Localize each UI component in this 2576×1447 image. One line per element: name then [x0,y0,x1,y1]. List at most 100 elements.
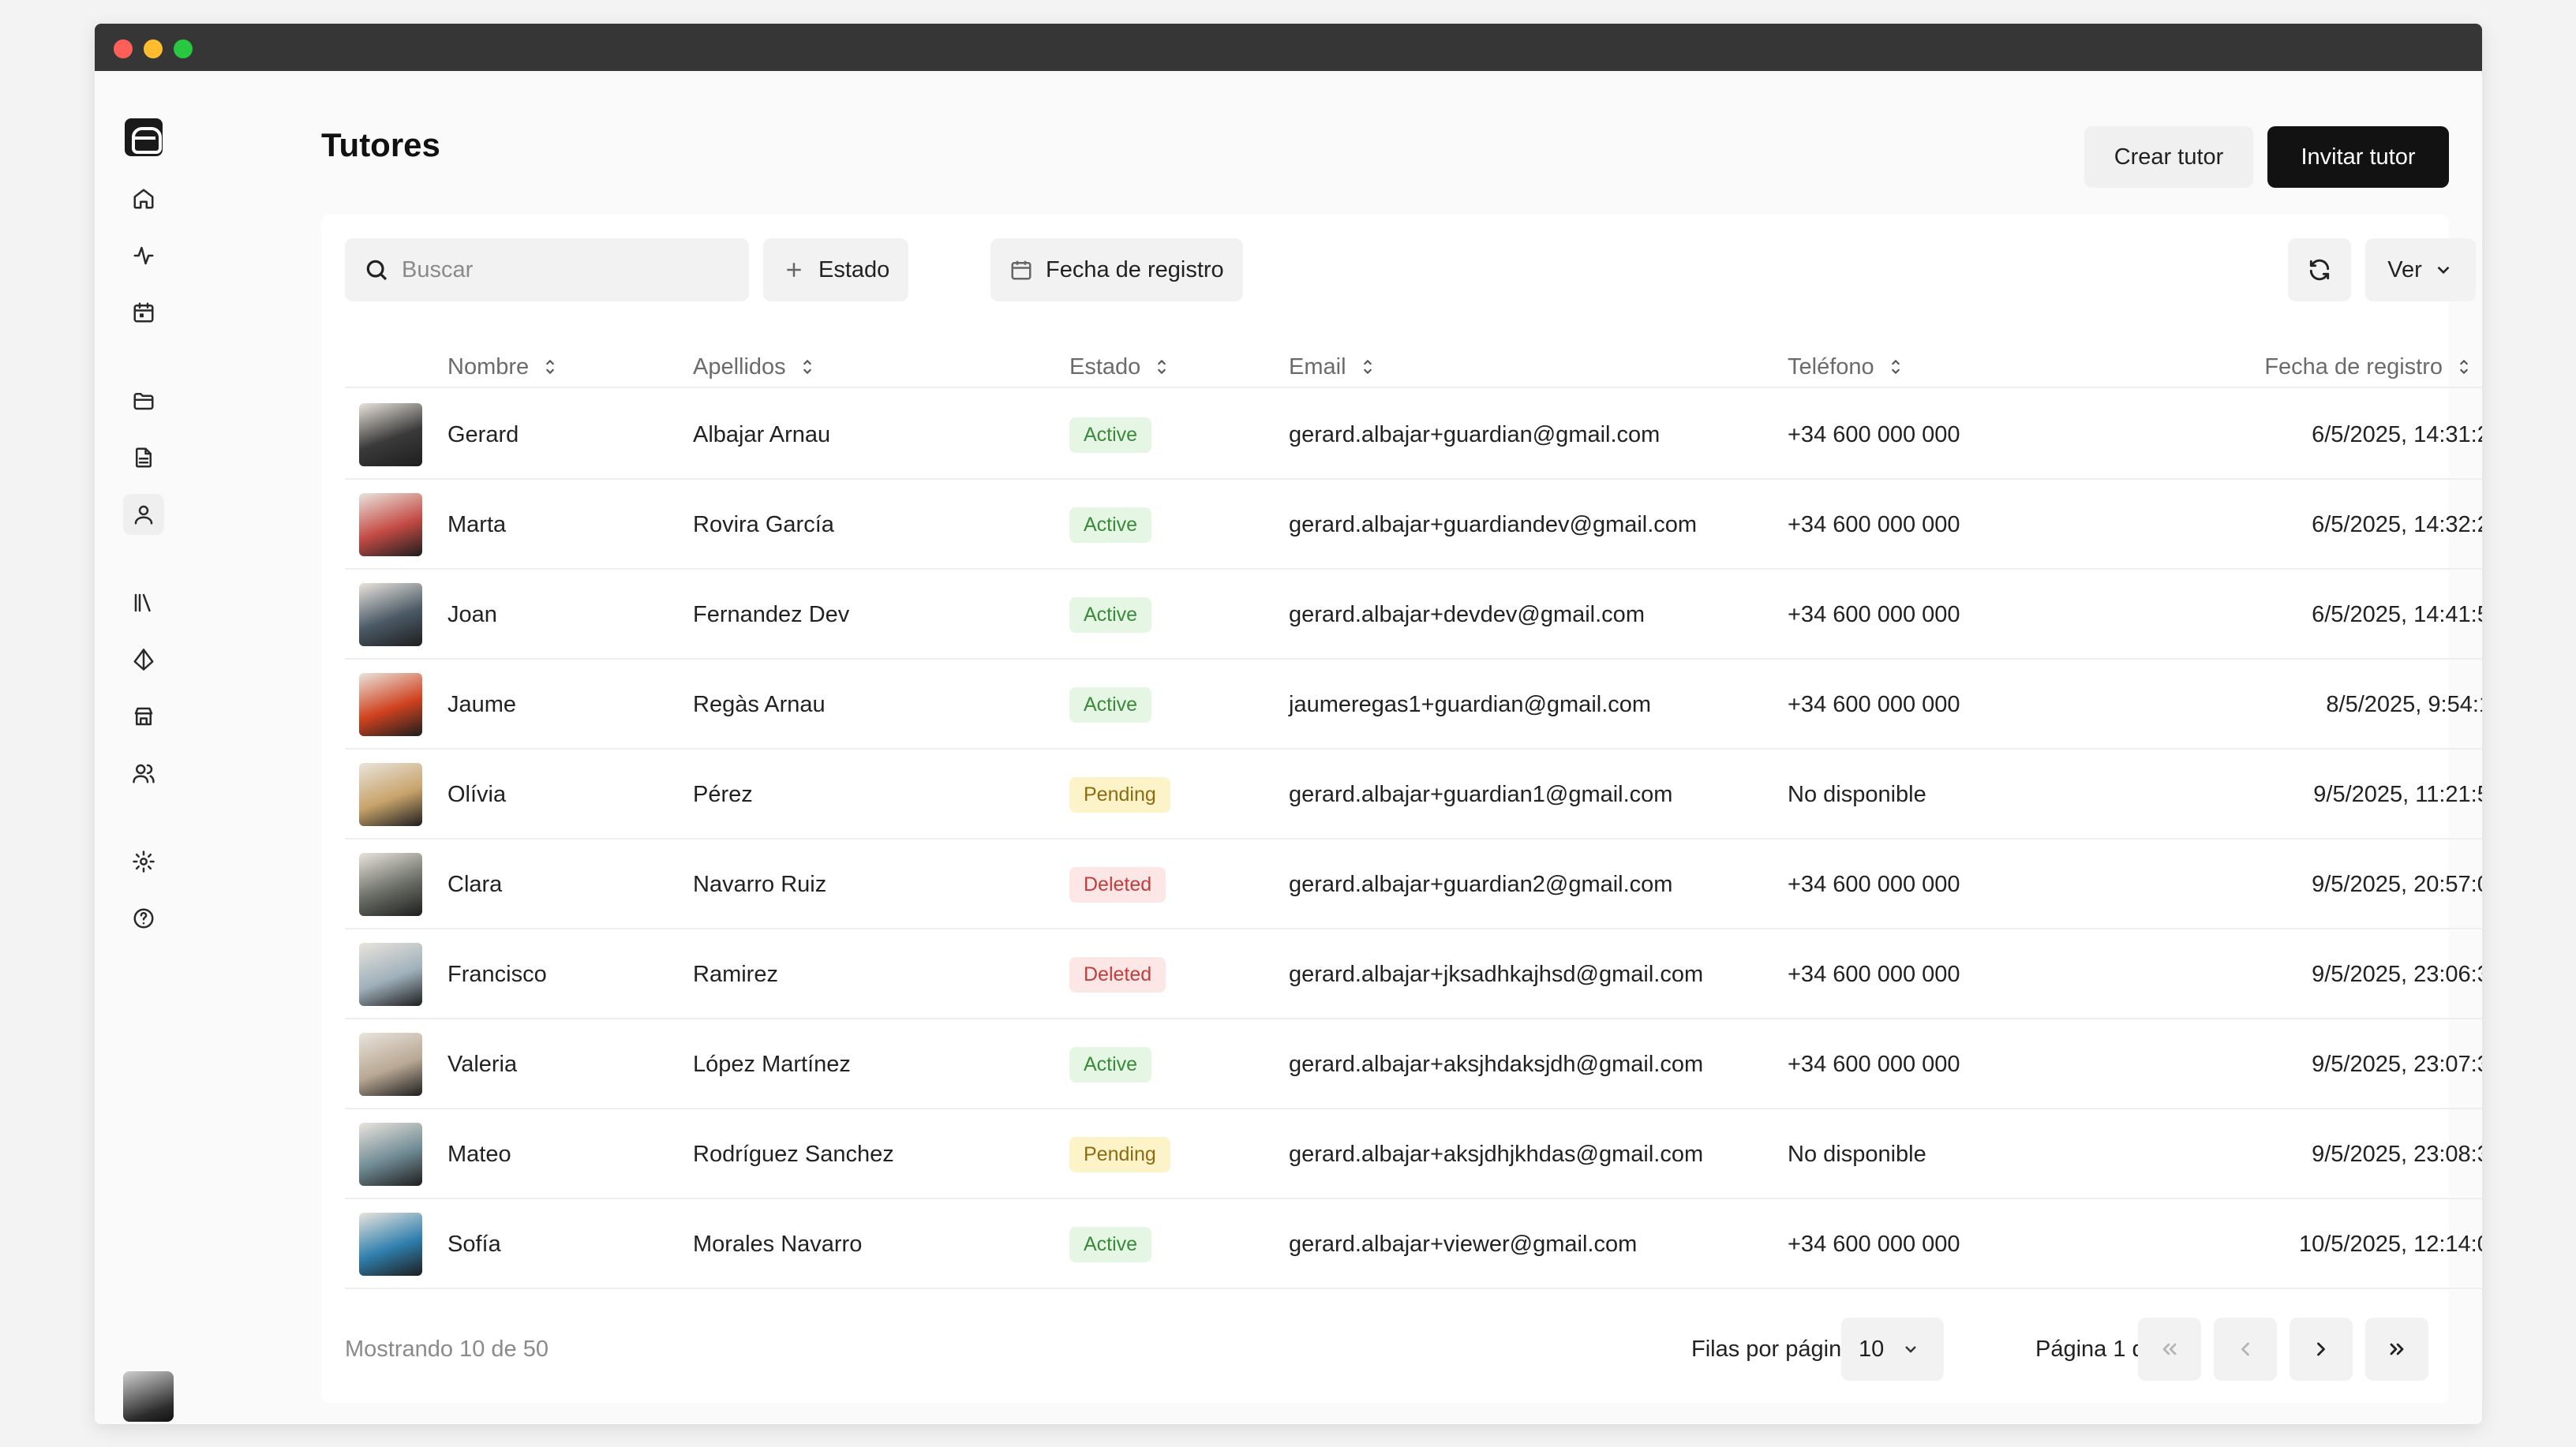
sidebar-item-help[interactable] [123,898,164,939]
avatar [359,853,422,916]
table-row[interactable]: Gerard Albajar Arnau Active gerard.albajar+… [345,390,2482,480]
column-header-nombre[interactable]: Nombre [447,346,560,388]
sort-icon [546,359,555,375]
table-row[interactable]: Sofía Morales Navarro Active gerard.albajar… [345,1199,2482,1289]
home-icon [133,189,154,209]
file-text-icon [136,447,152,468]
cell-email: jaumeregas1+guardian@gmail.com [1289,691,1652,717]
cell-fecha: 9/5/2025, 20:57:01 [2312,871,2482,897]
cell-nombre: Valeria [447,1051,518,1077]
minimize-window-button[interactable] [144,39,163,58]
sort-icon [1891,359,1900,375]
table-row[interactable]: Marta Rovira García Active gerard.albajar+g… [345,480,2482,570]
sidebar-item-tutores[interactable] [123,494,164,535]
sidebar-item-calendar[interactable] [123,292,164,333]
chevron-down-icon [2437,266,2450,275]
table-row[interactable]: Clara Navarro Ruiz Deleted gerard.albajar+g… [345,839,2482,929]
cell-email: gerard.albajar+jksadhkajhsd@gmail.com [1289,961,1704,987]
cell-nombre: Francisco [447,961,547,987]
status-filter-button[interactable]: Estado [763,238,909,301]
sort-icon [2459,359,2469,375]
sidebar-item-store[interactable] [123,696,164,737]
folder-icon [133,393,154,410]
status-badge: Active [1069,1046,1152,1082]
column-header-estado[interactable]: Estado [1069,346,1172,388]
cell-apellidos: Rodríguez Sanchez [693,1141,894,1167]
sidebar-item-activity[interactable] [123,235,164,276]
cell-fecha: 6/5/2025, 14:41:52 [2312,601,2482,627]
next-page-button[interactable] [2290,1318,2353,1381]
date-filter-label: Fecha de registro [1046,256,1224,282]
date-filter-button[interactable]: Fecha de registro [990,238,1243,301]
cell-nombre: Marta [447,511,507,537]
calendar-icon [133,302,154,323]
sidebar-item-library[interactable] [123,582,164,623]
cell-fecha: 9/5/2025, 23:06:38 [2312,961,2482,987]
rows-per-page-select[interactable]: 10 [1841,1318,1944,1381]
app-logo[interactable] [125,118,163,156]
shapes-icon [133,649,154,671]
rows-per-page-value: 10 [1859,1336,1885,1362]
create-tutor-button[interactable]: Crear tutor [2084,126,2253,188]
refresh-button[interactable] [2288,238,2351,301]
column-header-email[interactable]: Email [1289,346,1378,388]
table-row[interactable]: Jaume Regàs Arnau Active jaumeregas1+guardi… [345,660,2482,750]
plus-icon [787,263,801,277]
column-header-apellidos[interactable]: Apellidos [693,346,818,388]
cell-telefono: No disponible [1788,1141,1926,1167]
store-icon [134,707,153,726]
last-page-button[interactable] [2365,1318,2428,1381]
cell-apellidos: Ramirez [693,961,778,987]
sidebar-item-shapes[interactable] [123,639,164,680]
cell-telefono: +34 600 000 000 [1788,961,1960,987]
results-count: Mostrando 10 de 50 [345,1337,549,1362]
cell-estado: Pending [1069,750,1170,839]
chevron-down-icon [1905,1346,1917,1353]
invite-tutor-button[interactable]: Invitar tutor [2267,126,2449,188]
avatar [359,673,422,736]
first-page-button[interactable] [2138,1318,2201,1381]
status-badge: Active [1069,1226,1152,1262]
cell-fecha: 9/5/2025, 23:07:37 [2312,1051,2482,1077]
cell-apellidos: Regàs Arnau [693,691,826,717]
sidebar-item-folder[interactable] [123,380,164,421]
table-row[interactable]: Mateo Rodríguez Sanchez Pending gerard.alba… [345,1109,2482,1199]
sort-icon [803,359,811,375]
cell-estado: Active [1069,1019,1152,1109]
sidebar-item-documents[interactable] [123,437,164,478]
cell-telefono: +34 600 000 000 [1788,1051,1960,1077]
tutors-card: Buscar Estado Fecha de registro Ver Nomb… [321,215,2482,1403]
cell-fecha: 6/5/2025, 14:31:20 [2312,421,2482,447]
view-options-button[interactable]: Ver [2365,238,2476,301]
table-row[interactable]: Valeria López Martínez Active gerard.albaja… [345,1019,2482,1109]
current-user-avatar[interactable] [123,1371,174,1422]
sidebar-item-settings[interactable] [123,841,164,882]
table-row[interactable]: Joan Fernandez Dev Active gerard.albajar+de… [345,570,2482,660]
previous-page-button[interactable] [2214,1318,2277,1381]
column-header-fecha[interactable]: Fecha de registro [2264,346,2474,388]
column-header-telefono[interactable]: Teléfono [1788,346,1906,388]
cell-fecha: 8/5/2025, 9:54:11 [2326,691,2482,717]
maximize-window-button[interactable] [174,39,193,58]
rows-per-page-label: Filas por página [1691,1337,1855,1362]
cell-fecha: 10/5/2025, 12:14:09 [2298,1231,2482,1257]
user-icon [134,505,153,525]
cell-email: gerard.albajar+devdev@gmail.com [1289,601,1645,627]
close-window-button[interactable] [114,39,133,58]
cell-estado: Active [1069,1199,1152,1289]
table-row[interactable]: Francisco Ramirez Deleted gerard.albajar+jk… [345,929,2482,1019]
sidebar-item-users[interactable] [123,753,164,794]
sidebar-item-home[interactable] [123,178,164,219]
cell-fecha: 9/5/2025, 11:21:51 [2313,781,2482,807]
search-input[interactable]: Buscar [345,238,749,301]
cell-estado: Active [1069,480,1152,570]
page-title: Tutores [321,126,440,163]
chevron-left-icon [2241,1342,2249,1356]
avatar [359,763,422,826]
column-label: Teléfono [1788,353,1874,380]
status-badge: Active [1069,596,1152,633]
table-row[interactable]: Olívia Pérez Pending gerard.albajar+guardia… [345,750,2482,839]
cell-nombre: Clara [447,871,503,897]
cell-nombre: Olívia [447,781,507,807]
users-icon [133,764,155,783]
